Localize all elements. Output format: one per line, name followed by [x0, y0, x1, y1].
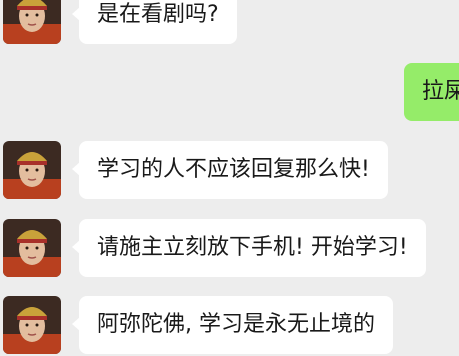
message-bubble[interactable]: 请施主立刻放下手机! 开始学习! [72, 219, 426, 277]
monk-portrait-avatar [3, 296, 61, 354]
monk-portrait-avatar [3, 0, 61, 44]
message-bubble[interactable]: 阿弥陀佛, 学习是永无止境的 [72, 296, 393, 354]
message-bubble[interactable]: 学习的人不应该回复那么快! [72, 141, 388, 199]
message-text: 拉屎 [422, 79, 459, 104]
message-text: 学习的人不应该回复那么快! [97, 157, 370, 182]
contact-avatar[interactable] [3, 0, 61, 44]
chat-area: 是在看剧吗? 拉屎 学习的人不应该回复那么快! 请施主立刻放下手机! 开始学习!… [0, 0, 459, 356]
message-text: 阿弥陀佛, 学习是永无止境的 [97, 312, 375, 337]
contact-avatar[interactable] [3, 141, 61, 199]
monk-portrait-avatar [3, 141, 61, 199]
message-bubble-self[interactable]: 拉屎 [404, 63, 459, 121]
contact-avatar[interactable] [3, 296, 61, 354]
message-text: 请施主立刻放下手机! 开始学习! [97, 235, 408, 260]
message-text: 是在看剧吗? [97, 2, 219, 27]
contact-avatar[interactable] [3, 219, 61, 277]
message-bubble[interactable]: 是在看剧吗? [72, 0, 237, 44]
monk-portrait-avatar [3, 219, 61, 277]
